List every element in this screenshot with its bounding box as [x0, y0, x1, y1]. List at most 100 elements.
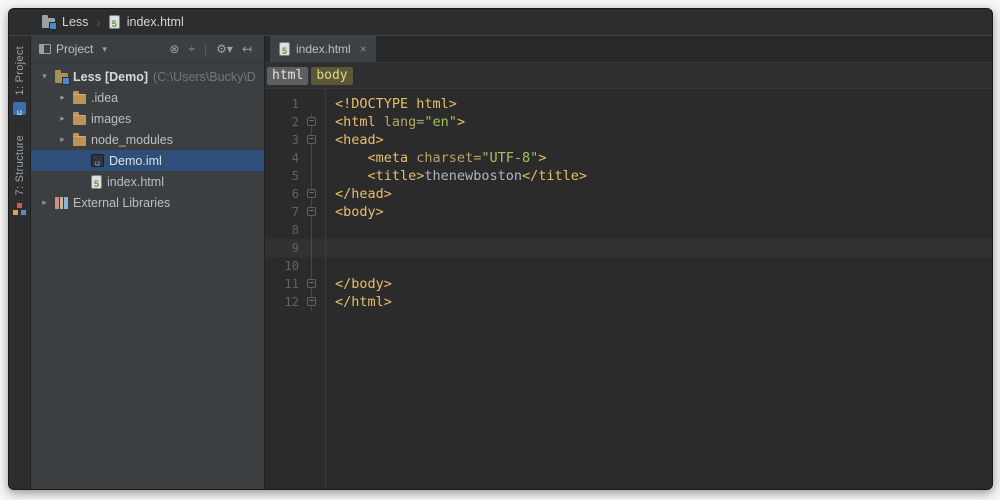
code-line-10[interactable]: 10	[265, 257, 992, 275]
tree-item-images[interactable]: ▸ images	[31, 108, 264, 129]
settings-gear-icon[interactable]: ⚙▾	[216, 43, 233, 55]
line-number: 4	[291, 151, 299, 165]
breadcrumb-body[interactable]: body	[311, 66, 353, 85]
project-panel-toolbar: ⊗ ÷ | ⚙▾ ↤	[169, 43, 252, 55]
line-number: 9	[291, 241, 299, 255]
code-line-text: <head>	[322, 131, 384, 149]
code-line-text: <body>	[322, 203, 384, 221]
chevron-down-icon[interactable]: ▾	[102, 44, 107, 55]
code-segment: "UTF-8"	[481, 150, 539, 166]
code-line-12[interactable]: 12− </html>	[265, 293, 992, 311]
tree-item-index-html[interactable]: index.html	[31, 171, 264, 192]
fold-end-icon[interactable]: −	[307, 279, 316, 288]
tree-item-demo-iml[interactable]: Demo.iml	[31, 150, 264, 171]
hide-panel-icon[interactable]: ↤	[242, 43, 252, 55]
chevron-right-icon[interactable]: ▸	[39, 197, 50, 208]
code-segment: </body>	[335, 276, 392, 292]
code-line-7[interactable]: 7− <body>	[265, 203, 992, 221]
title-breadcrumb-file[interactable]: index.html	[127, 15, 184, 29]
project-folder-icon	[42, 15, 57, 30]
fold-end-icon[interactable]: −	[307, 297, 316, 306]
code-segment: <head>	[335, 132, 384, 148]
tab-index-html[interactable]: index.html ×	[270, 36, 376, 62]
code-line-3[interactable]: 3− <head>	[265, 131, 992, 149]
code-segment: <!DOCTYPE html>	[335, 96, 457, 112]
code-editor[interactable]: 1 <!DOCTYPE html> 2− <html lang="en"> 3− <hea…	[265, 89, 992, 489]
ide-window: Less › index.html 1: Project 7: Structur…	[8, 8, 993, 490]
fold-end-icon[interactable]: −	[307, 189, 316, 198]
code-line-2[interactable]: 2− <html lang="en">	[265, 113, 992, 131]
fold-gutter: −	[302, 275, 322, 293]
tree-item-less-demo[interactable]: ▾ Less [Demo] (C:\Users\Bucky\D	[31, 66, 264, 87]
code-line-text: </html>	[322, 293, 392, 311]
fold-gutter: −	[302, 185, 322, 203]
code-segment: <meta	[367, 150, 417, 166]
code-line-11[interactable]: 11− </body>	[265, 275, 992, 293]
breadcrumb-html[interactable]: html	[267, 66, 309, 85]
fold-collapse-icon[interactable]: −	[307, 117, 316, 126]
tree-item-external-libraries[interactable]: ▸ External Libraries	[31, 192, 264, 213]
fold-collapse-icon[interactable]: −	[307, 135, 316, 144]
tree-item-label: External Libraries	[73, 195, 171, 210]
project-view-icon	[39, 44, 51, 54]
tree-item-node-modules[interactable]: ▸ node_modules	[31, 129, 264, 150]
fold-gutter: −	[302, 131, 322, 149]
fold-collapse-icon[interactable]: −	[307, 207, 316, 216]
chevron-down-icon[interactable]: ▾	[39, 71, 50, 82]
code-segment: lang=	[383, 114, 425, 130]
fold-gutter	[302, 221, 322, 239]
code-line-text: <!DOCTYPE html>	[322, 95, 457, 113]
fold-gutter: −	[302, 113, 322, 131]
fold-gutter: −	[302, 203, 322, 221]
stripe-tab-project[interactable]: 1: Project	[13, 46, 26, 116]
fold-gutter	[302, 257, 322, 275]
line-number: 1	[291, 97, 299, 111]
code-segment: </head>	[335, 186, 392, 202]
tool-window-stripe: 1: Project 7: Structure	[9, 36, 31, 489]
code-line-text: <html lang="en">	[322, 113, 465, 131]
code-segment: </html>	[335, 294, 392, 310]
stripe-tab-project-label: 1: Project	[13, 46, 26, 96]
libs-icon	[55, 197, 68, 209]
code-segment: <title>	[367, 168, 425, 184]
project-panel-title[interactable]: Project	[56, 42, 93, 56]
code-line-1[interactable]: 1 <!DOCTYPE html>	[265, 95, 992, 113]
project-tool-window: Project ▾ ⊗ ÷ | ⚙▾ ↤ ▾ Less [Demo] (C:\Us…	[31, 36, 265, 489]
fold-gutter	[302, 95, 322, 113]
code-line-6[interactable]: 6− </head>	[265, 185, 992, 203]
code-line-8[interactable]: 8	[265, 221, 992, 239]
collapse-all-icon[interactable]: ÷	[188, 43, 195, 55]
stripe-tab-structure[interactable]: 7: Structure	[14, 135, 26, 215]
code-segment: >	[538, 150, 547, 166]
line-number: 2	[291, 115, 299, 129]
code-line-9[interactable]: 9	[265, 239, 992, 257]
iml-icon	[91, 154, 104, 167]
code-line-text: </body>	[322, 275, 392, 293]
locate-icon[interactable]: ⊗	[169, 43, 179, 55]
structure-tool-icon	[17, 202, 22, 208]
module-icon	[55, 69, 70, 85]
tree-item-path: (C:\Users\Bucky\D	[153, 69, 256, 84]
code-line-text: </head>	[322, 185, 392, 203]
chevron-right-icon[interactable]: ▸	[57, 92, 68, 103]
tree-item-idea[interactable]: ▸ .idea	[31, 87, 264, 108]
code-line-4[interactable]: 4 <meta charset="UTF-8">	[265, 149, 992, 167]
stripe-tab-structure-label: 7: Structure	[13, 135, 26, 196]
html-file-icon	[108, 15, 120, 29]
chevron-right-icon[interactable]: ▸	[57, 113, 68, 124]
close-icon[interactable]: ×	[360, 42, 367, 56]
line-number: 11	[284, 277, 299, 291]
project-tool-icon	[13, 102, 26, 116]
folder-icon	[73, 132, 86, 146]
code-segment: <html	[335, 114, 384, 130]
title-breadcrumb-project[interactable]: Less	[62, 15, 88, 29]
code-line-5[interactable]: 5 <title>thenewboston</title>	[265, 167, 992, 185]
chevron-right-icon[interactable]: ▸	[57, 134, 68, 145]
line-number: 12	[284, 295, 299, 309]
editor-tab-bar: index.html ×	[265, 36, 992, 63]
